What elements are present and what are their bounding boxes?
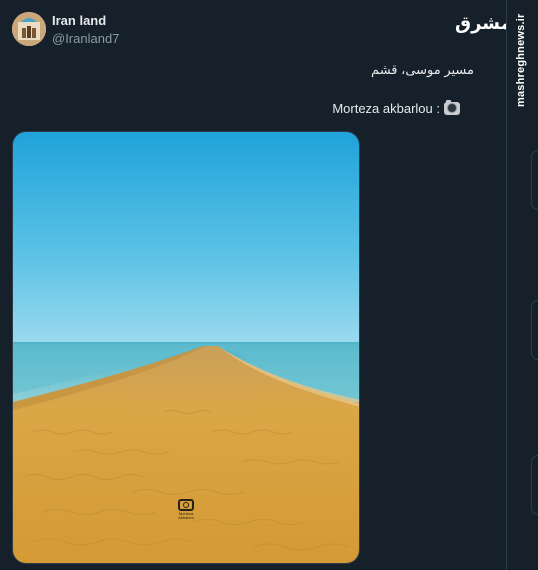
photographer-credit: Morteza akbarlou : bbox=[332, 101, 440, 116]
camera-icon bbox=[444, 100, 460, 115]
tweet-text-line-2: Morteza akbarlou : bbox=[332, 100, 460, 116]
watermark-text: Morteza Akbarlou bbox=[178, 511, 194, 520]
avatar-image bbox=[12, 12, 46, 46]
tweet-card: Iran land @Iranland7 مشرق مسیر موسی، قشم… bbox=[0, 0, 521, 570]
user-handle[interactable]: @Iranland7 bbox=[52, 31, 119, 46]
side-notch-3 bbox=[531, 455, 538, 515]
brand-logo-text: مشرق bbox=[455, 12, 512, 34]
photographer-watermark: Morteza Akbarlou bbox=[175, 499, 197, 525]
mashregh-logo-icon: مشرق bbox=[455, 10, 521, 36]
tweet-photo[interactable]: Morteza Akbarlou bbox=[12, 131, 360, 564]
side-notch-2 bbox=[531, 300, 538, 360]
watermark-camera-icon bbox=[178, 499, 194, 511]
display-name[interactable]: Iran land bbox=[52, 13, 106, 28]
tweet-text-line-1: مسیر موسی، قشم bbox=[371, 62, 474, 77]
site-url: mashreghnews.ir bbox=[515, 13, 527, 107]
avatar[interactable] bbox=[12, 12, 46, 46]
